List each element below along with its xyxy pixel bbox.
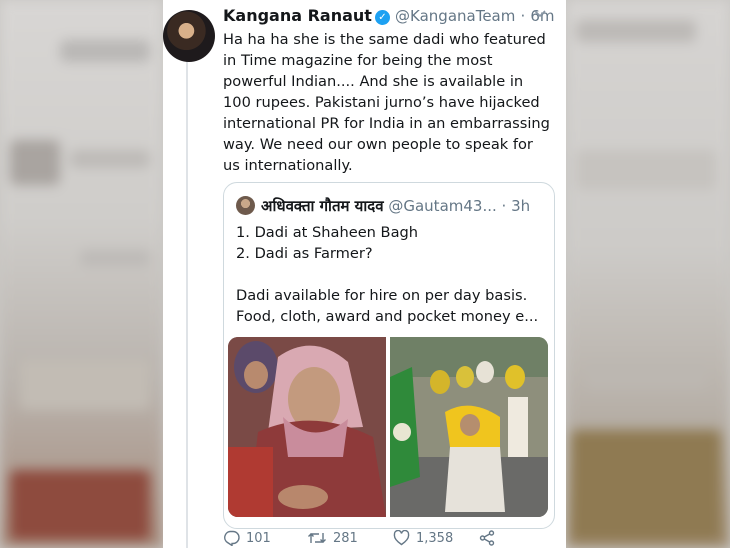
author-name[interactable]: Kangana Ranaut [223, 6, 372, 25]
blurred-background-right [566, 0, 730, 548]
quoted-author-avatar [236, 196, 255, 215]
quoted-tweet[interactable]: अधिवक्ता गौतम यादव @Gautam43... · 3h 1. … [223, 182, 555, 529]
heart-icon [393, 530, 410, 546]
author-avatar[interactable] [163, 10, 215, 62]
reply-action[interactable]: 101 [223, 530, 271, 546]
retweet-icon [307, 530, 327, 546]
quoted-author-name: अधिवक्ता गौतम यादव [261, 197, 384, 215]
photo-elderly-woman-shaheen-bagh[interactable] [228, 337, 386, 517]
quoted-author-handle: @Gautam43... [388, 197, 497, 215]
retweet-count: 281 [333, 530, 358, 546]
blurred-background-left [0, 0, 163, 548]
retweet-action[interactable]: 281 [307, 530, 358, 546]
tweet-actions: 101 281 1,358 [223, 530, 553, 548]
quoted-tweet-text: 1. Dadi at Shaheen Bagh 2. Dadi as Farme… [236, 224, 539, 325]
like-action[interactable]: 1,358 [393, 530, 453, 546]
tweet-header: Kangana Ranaut ✓ @KanganaTeam · 6m [223, 6, 558, 30]
reply-count: 101 [246, 530, 271, 546]
quoted-tweet-time: 3h [511, 197, 531, 215]
separator-dot: · [520, 7, 526, 25]
tweet-card[interactable]: Kangana Ranaut ✓ @KanganaTeam · 6m Ha ha … [163, 0, 566, 548]
tweet-text: Ha ha ha she is the same dadi who featur… [223, 31, 550, 174]
share-action[interactable] [479, 530, 495, 546]
author-handle[interactable]: @KanganaTeam [395, 7, 515, 25]
thread-line [186, 60, 188, 548]
like-count: 1,358 [416, 530, 454, 546]
share-icon [479, 530, 495, 546]
verified-badge-icon: ✓ [374, 10, 390, 25]
separator-dot: · [501, 197, 507, 215]
quoted-tweet-header: अधिवक्ता गौतम यादव @Gautam43... · 3h [261, 196, 530, 216]
photo-women-farmers-march[interactable] [390, 337, 548, 517]
reply-icon [223, 530, 240, 546]
chevron-down-icon[interactable] [534, 7, 546, 21]
